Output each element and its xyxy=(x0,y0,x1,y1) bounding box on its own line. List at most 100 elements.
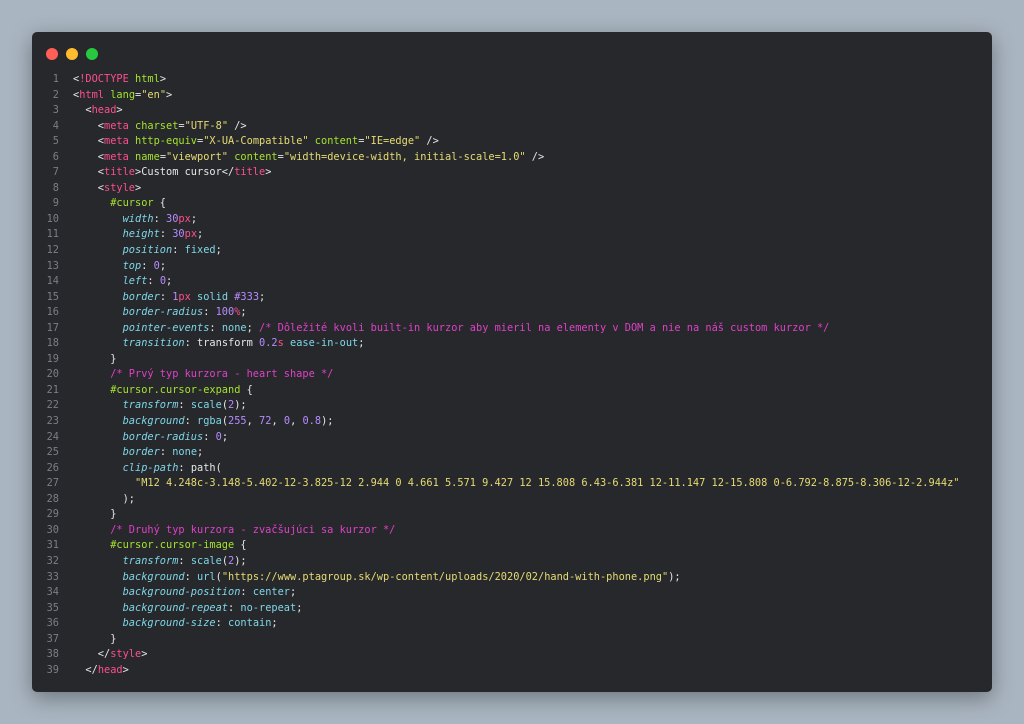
code-token: , xyxy=(271,415,284,428)
line-number: 8 xyxy=(52,181,59,194)
line-number: 37 xyxy=(46,632,59,645)
code-text: background-size: contain; xyxy=(59,616,278,632)
code-token: ); xyxy=(321,415,334,428)
code-token: 0.8 xyxy=(302,415,322,428)
code-line: 27 "M12 4.248c-3.148-5.402-12-3.825-12 2… xyxy=(32,476,992,492)
close-dot-icon[interactable] xyxy=(46,48,58,60)
code-line: 20 /* Prvý typ kurzora - heart shape */ xyxy=(32,367,992,383)
code-token: #cursor.cursor-expand xyxy=(110,383,241,396)
code-token: : xyxy=(159,228,173,241)
code-line: 4 <meta charset="UTF-8" /> xyxy=(32,119,992,135)
code-token: < xyxy=(73,166,104,179)
code-token: 255 xyxy=(228,415,247,428)
code-line: 23 background: rgba(255, 72, 0, 0.8); xyxy=(32,414,992,430)
code-token: < xyxy=(73,135,104,148)
code-line: 12 position: fixed; xyxy=(32,243,992,259)
code-line: 6 <meta name="viewport" content="width=d… xyxy=(32,150,992,166)
code-token: background xyxy=(122,415,185,428)
code-token: 72 xyxy=(259,415,272,428)
code-token: "en" xyxy=(141,88,167,101)
code-line: 16 border-radius: 100%; xyxy=(32,305,992,321)
code-token: : xyxy=(228,601,241,614)
line-number: 2 xyxy=(52,88,59,101)
code-token: /* Druhý typ kurzora - zvačšujúci sa kur… xyxy=(110,523,396,536)
code-token: : xyxy=(203,430,216,443)
code-token: : xyxy=(147,275,160,288)
minimize-dot-icon[interactable] xyxy=(66,48,78,60)
code-token: "X-UA-Compatible" xyxy=(203,135,309,148)
line-number: 19 xyxy=(46,352,59,365)
code-token: > xyxy=(166,88,173,101)
code-token: transition xyxy=(122,337,185,350)
code-token: : xyxy=(178,554,191,567)
code-line: 34 background-position: center; xyxy=(32,585,992,601)
code-token: meta xyxy=(104,150,129,163)
code-token: #333 xyxy=(234,290,260,303)
code-text: /* Prvý typ kurzora - heart shape */ xyxy=(59,367,333,383)
code-text: clip-path: path( xyxy=(59,461,222,477)
code-token: title xyxy=(104,166,135,179)
code-token: fixed xyxy=(184,244,216,257)
code-line: 29 } xyxy=(32,507,992,523)
code-line: 2 <html lang="en"> xyxy=(32,88,992,104)
code-text: <meta name="viewport" content="width=dev… xyxy=(59,150,544,166)
line-number: 5 xyxy=(52,135,59,148)
line-number: 36 xyxy=(46,617,59,630)
code-token: "IE=edge" xyxy=(364,135,421,148)
code-text: border: 1px solid #333; xyxy=(59,290,266,306)
code-token: > xyxy=(122,663,129,676)
code-line: 31 #cursor.cursor-image { xyxy=(32,538,992,554)
code-text: <meta charset="UTF-8" /> xyxy=(59,119,247,135)
code-text: <!DOCTYPE html> xyxy=(59,72,166,88)
line-number: 20 xyxy=(46,368,59,381)
maximize-dot-icon[interactable] xyxy=(86,48,98,60)
code-token: > xyxy=(116,104,123,117)
line-number: 13 xyxy=(46,259,59,272)
code-token: transform xyxy=(122,399,179,412)
code-token: "M12 4.248c-3.148-5.402-12-3.825-12 2.94… xyxy=(135,477,960,490)
code-token: meta xyxy=(104,135,129,148)
code-token: ); xyxy=(234,554,247,567)
code-token: html xyxy=(128,73,160,85)
code-line: 11 height: 30px; xyxy=(32,227,992,243)
code-token: < xyxy=(73,150,104,163)
code-token: contain xyxy=(228,617,272,630)
code-line: 37 } xyxy=(32,632,992,648)
code-line: 32 transform: scale(2); xyxy=(32,554,992,570)
code-token: : xyxy=(159,446,173,459)
code-token: 30 xyxy=(172,228,185,241)
line-number: 27 xyxy=(46,477,59,490)
code-token: px xyxy=(178,290,191,303)
code-line: 36 background-size: contain; xyxy=(32,616,992,632)
code-token: solid xyxy=(190,290,235,303)
code-text: <title>Custom cursor</title> xyxy=(59,165,272,181)
code-text: border: none; xyxy=(59,445,204,461)
line-number: 31 xyxy=(46,539,59,552)
code-line: 30 /* Druhý typ kurzora - zvačšujúci sa … xyxy=(32,523,992,539)
line-number: 1 xyxy=(52,73,59,85)
line-number: 25 xyxy=(46,446,59,459)
code-token: border xyxy=(122,446,160,459)
code-text: </head> xyxy=(59,663,129,679)
code-line: 26 clip-path: path( xyxy=(32,461,992,477)
code-token: Custom cursor xyxy=(141,166,222,179)
line-number: 18 xyxy=(46,337,59,350)
code-token: pointer-events xyxy=(122,321,210,334)
code-token: 30 xyxy=(166,212,179,225)
code-token: </ xyxy=(221,166,235,179)
code-text: width: 30px; xyxy=(59,212,197,228)
code-token: border xyxy=(122,290,160,303)
code-text: transition: transform 0.2s ease-in-out; xyxy=(59,336,365,352)
